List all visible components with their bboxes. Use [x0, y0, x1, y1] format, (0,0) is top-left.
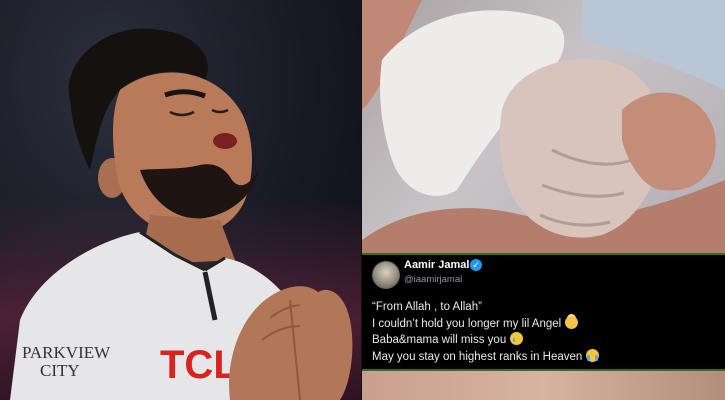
tweet-line: May you stay on highest ranks in Heaven	[372, 348, 717, 366]
crying-emoji-icon	[586, 348, 600, 362]
author-avatar[interactable]	[372, 261, 400, 289]
tweet-line: I couldn’t hold you longer my lil Angel	[372, 315, 717, 333]
baby-hand-illustration	[362, 0, 725, 255]
sad-tear-emoji-icon	[510, 332, 524, 345]
cricketer-illustration: TCL PARKVIEW CITY	[10, 28, 353, 400]
tweet-text: “From Allah , to Allah” I couldn’t hold …	[372, 299, 717, 365]
angel-emoji-icon	[565, 315, 579, 329]
jersey-sponsor-text: TCL	[160, 343, 238, 387]
tweet-line: Baba&mama will miss you	[372, 332, 717, 349]
jersey-badge-line1: PARKVIEW	[22, 343, 111, 362]
cricketer-photo: TCL PARKVIEW CITY	[0, 0, 362, 400]
jersey-badge-line2: CITY	[40, 361, 80, 380]
image-collage: TCL PARKVIEW CITY Aamir Jamal ✓ @iaamirj…	[0, 0, 725, 400]
tweet-card: Aamir Jamal ✓ @iaamirjamal “From Allah ,…	[362, 253, 725, 371]
baby-hand-photo-bottom	[362, 370, 725, 400]
author-name[interactable]: Aamir Jamal	[404, 259, 469, 271]
baby-hand-photo-top	[362, 0, 725, 255]
author-handle[interactable]: @iaamirjamal	[404, 274, 462, 285]
verified-badge-icon: ✓	[470, 259, 482, 271]
tweet-line: “From Allah , to Allah”	[372, 301, 482, 313]
